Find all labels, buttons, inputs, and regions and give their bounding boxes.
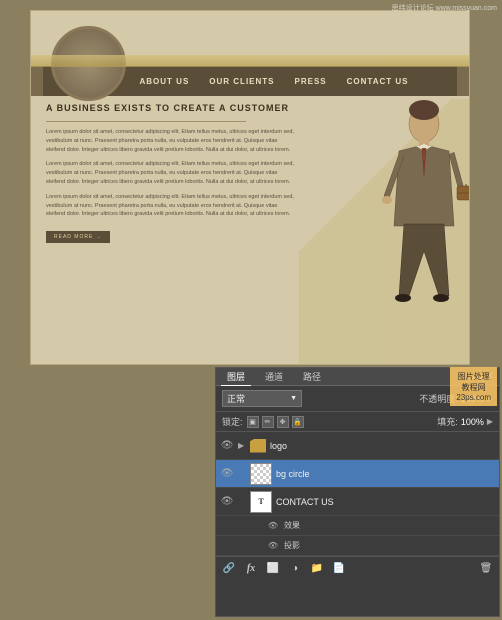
main-headline: A BUSINESS EXISTS TO CREATE A CUSTOMER bbox=[46, 103, 296, 113]
ps-tab-channels[interactable]: 通道 bbox=[259, 368, 289, 385]
nav-contact[interactable]: CONTACT US bbox=[337, 77, 419, 86]
top-watermark: 思纬设计论坛 www.missyuan.com bbox=[392, 3, 497, 13]
ps-tab-paths[interactable]: 路径 bbox=[297, 368, 327, 385]
ps-layers-list: 👁 ▶ logo 👁 bg circle 👁 T CONTACT US 👁 效果… bbox=[216, 432, 499, 556]
paragraph-1: Lorem ipsum dolor sit amet, consectetur … bbox=[46, 128, 296, 154]
ps-tab-layers[interactable]: 图层 bbox=[221, 368, 251, 386]
read-more-button[interactable]: READ MORE → bbox=[46, 231, 110, 243]
layer-logo[interactable]: 👁 ▶ logo bbox=[216, 432, 499, 460]
lock-paint-icon[interactable]: ✏ bbox=[262, 416, 274, 428]
main-content: A BUSINESS EXISTS TO CREATE A CUSTOMER L… bbox=[46, 103, 296, 359]
fx-icon[interactable]: fx bbox=[242, 560, 260, 578]
nav-ribbon-right bbox=[457, 66, 470, 96]
folder-icon-logo bbox=[250, 439, 266, 453]
chevron-down-icon: ▼ bbox=[290, 395, 297, 402]
adjustment-icon[interactable]: ◑ bbox=[286, 560, 304, 578]
watermark-line3: 23ps.com bbox=[456, 393, 491, 402]
paragraph-3: Lorem ipsum dolor sit amet, consectetur … bbox=[46, 193, 296, 219]
effect-item-shadow: 👁 投影 bbox=[216, 536, 499, 556]
eye-icon-contact[interactable]: 👁 bbox=[220, 495, 234, 509]
eye-icon-effects[interactable]: 👁 bbox=[266, 519, 280, 533]
paragraph-2: Lorem ipsum dolor sit amet, consectetur … bbox=[46, 160, 296, 186]
link-icon[interactable]: 🔗 bbox=[220, 560, 238, 578]
effect-name-effects: 效果 bbox=[284, 520, 300, 531]
ps-lock-icons: ▣ ✏ ✥ 🔒 bbox=[247, 416, 304, 428]
website-preview: HOME ABOUT US OUR CLIENTS PRESS CONTACT … bbox=[30, 10, 470, 365]
ps-bottom-toolbar: 🔗 fx ⬜ ◑ 📁 📄 🗑 bbox=[216, 556, 499, 580]
watermark-line1: 图片处理 bbox=[456, 371, 491, 382]
thumb-contact: T bbox=[250, 491, 272, 513]
effect-name-shadow: 投影 bbox=[284, 540, 300, 551]
layer-logo-name: logo bbox=[270, 441, 495, 451]
ps-fill-arrow[interactable]: ▶ bbox=[487, 417, 493, 426]
trash-icon[interactable]: 🗑 bbox=[477, 560, 495, 578]
ps-mode-label: 正常 bbox=[227, 392, 245, 405]
mask-icon[interactable]: ⬜ bbox=[264, 560, 282, 578]
nav-clients[interactable]: OUR CLIENTS bbox=[199, 77, 284, 86]
nav-press[interactable]: PRESS bbox=[285, 77, 337, 86]
layer-bg-circle[interactable]: 👁 bg circle bbox=[216, 460, 499, 488]
nav-ribbon-left bbox=[30, 66, 43, 96]
watermark-overlay: 图片处理 教程网 23ps.com bbox=[450, 367, 497, 406]
eye-icon-shadow[interactable]: 👁 bbox=[266, 539, 280, 553]
layer-contact-name: CONTACT US bbox=[276, 497, 495, 507]
triangle-icon-logo[interactable]: ▶ bbox=[238, 441, 246, 450]
ps-lock-label: 锁定: bbox=[222, 415, 243, 428]
lock-transparency-icon[interactable]: ▣ bbox=[247, 416, 259, 428]
effect-item-effects: 👁 效果 bbox=[216, 516, 499, 536]
nav-about[interactable]: ABOUT US bbox=[130, 77, 200, 86]
divider bbox=[46, 121, 246, 122]
ps-fill-label: 填充: bbox=[437, 415, 458, 428]
watermark-line2: 教程网 bbox=[456, 382, 491, 393]
thumb-bg-circle bbox=[250, 463, 272, 485]
folder-new-icon[interactable]: 📁 bbox=[308, 560, 326, 578]
layer-bg-circle-name: bg circle bbox=[276, 469, 495, 479]
lock-all-icon[interactable]: 🔒 bbox=[292, 416, 304, 428]
man-illustration bbox=[349, 96, 469, 346]
ribbon-top bbox=[31, 55, 469, 67]
eye-icon-bg-circle[interactable]: 👁 bbox=[220, 467, 234, 481]
layer-contact-us[interactable]: 👁 T CONTACT US bbox=[216, 488, 499, 516]
new-layer-icon[interactable]: 📄 bbox=[330, 560, 348, 578]
ps-lock-row: 锁定: ▣ ✏ ✥ 🔒 填充: 100% ▶ bbox=[216, 412, 499, 432]
ps-mode-dropdown[interactable]: 正常 ▼ bbox=[222, 390, 302, 407]
ps-fill-value[interactable]: 100% bbox=[461, 417, 484, 427]
lock-position-icon[interactable]: ✥ bbox=[277, 416, 289, 428]
eye-icon-logo[interactable]: 👁 bbox=[220, 439, 234, 453]
